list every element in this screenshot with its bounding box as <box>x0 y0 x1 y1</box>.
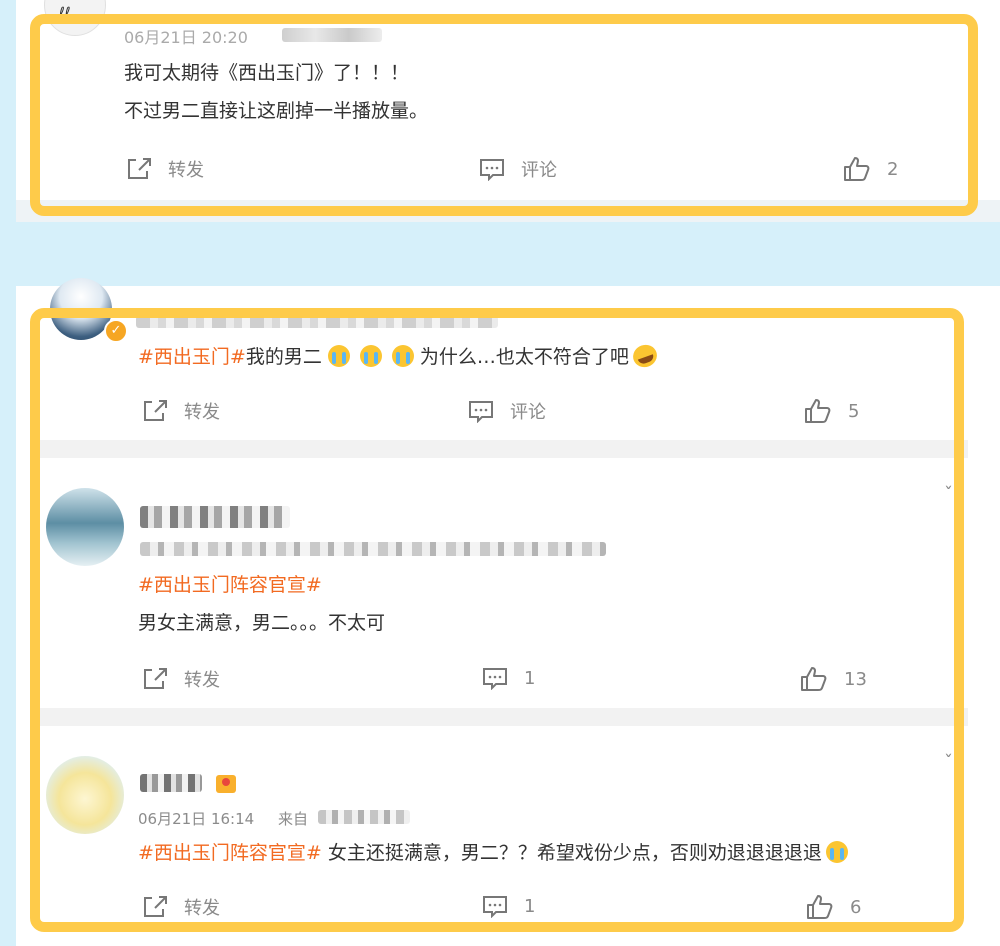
highlight-box-1 <box>30 14 978 216</box>
highlight-box-2 <box>30 308 964 932</box>
